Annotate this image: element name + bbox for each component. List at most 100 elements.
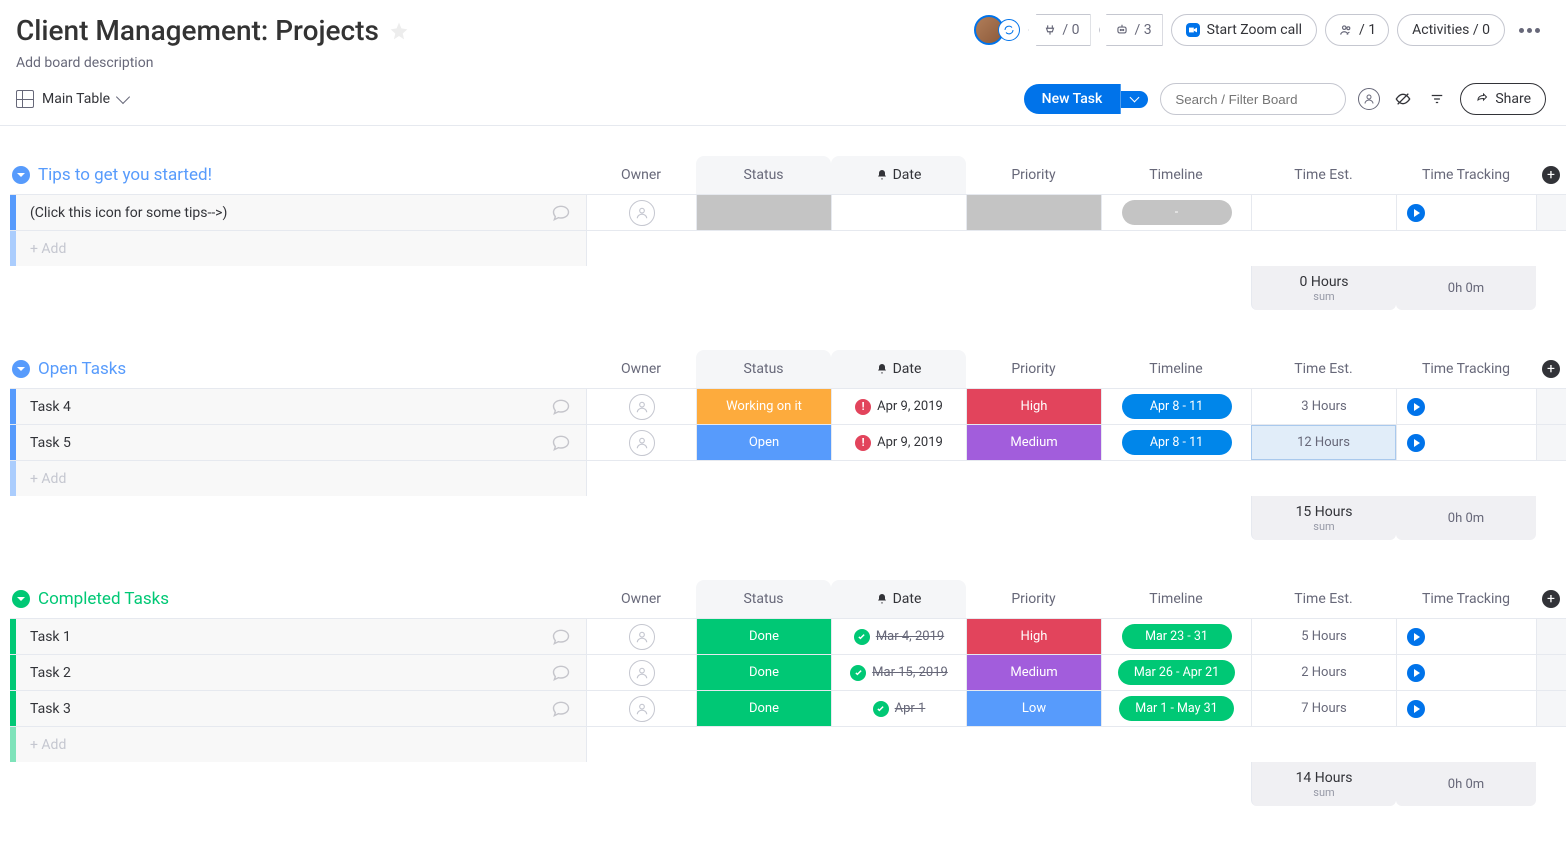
timeest-cell[interactable]: 12 Hours <box>1251 425 1396 460</box>
chat-icon[interactable] <box>550 699 572 719</box>
track-cell[interactable] <box>1396 389 1536 424</box>
date-cell[interactable]: !Apr 9, 2019 <box>831 389 966 424</box>
timeline-cell[interactable]: Mar 1 - May 31 <box>1101 691 1251 726</box>
play-icon[interactable] <box>1407 434 1425 452</box>
new-task-label[interactable]: New Task <box>1024 84 1122 114</box>
status-cell[interactable] <box>696 195 831 230</box>
col-header-date[interactable]: Date <box>831 156 966 194</box>
play-icon[interactable] <box>1407 628 1425 646</box>
track-cell[interactable] <box>1396 195 1536 230</box>
new-task-button[interactable]: New Task <box>1024 84 1149 114</box>
collapse-toggle[interactable] <box>12 166 30 184</box>
col-header-priority[interactable]: Priority <box>966 350 1101 388</box>
timeest-cell[interactable]: 3 Hours <box>1251 389 1396 424</box>
group-title[interactable]: Open Tasks <box>38 359 126 379</box>
add-column-button[interactable]: + <box>1536 156 1566 194</box>
track-cell[interactable] <box>1396 425 1536 460</box>
chat-icon[interactable] <box>550 397 572 417</box>
activities-button[interactable]: Activities / 0 <box>1397 14 1505 46</box>
status-cell[interactable]: Done <box>696 691 831 726</box>
date-cell[interactable]: !Apr 9, 2019 <box>831 425 966 460</box>
col-header-timeline[interactable]: Timeline <box>1101 580 1251 618</box>
task-name-cell[interactable]: (Click this icon for some tips-->) <box>16 195 586 230</box>
group-title[interactable]: Completed Tasks <box>38 589 169 609</box>
search-input[interactable] <box>1160 83 1346 115</box>
date-cell[interactable]: Mar 4, 2019 <box>831 619 966 654</box>
share-button[interactable]: Share <box>1460 83 1546 115</box>
automations-counter[interactable]: / 3 <box>1099 14 1163 46</box>
add-column-button[interactable]: + <box>1536 580 1566 618</box>
page-title[interactable]: Client Management: Projects <box>16 14 379 47</box>
priority-cell[interactable]: High <box>966 389 1101 424</box>
zoom-button[interactable]: Start Zoom call <box>1171 14 1317 46</box>
add-row[interactable]: + Add <box>10 460 1566 496</box>
owner-cell[interactable] <box>586 655 696 690</box>
members-button[interactable]: / 1 <box>1325 14 1389 46</box>
timeline-cell[interactable]: Mar 26 - Apr 21 <box>1101 655 1251 690</box>
board-description[interactable]: Add board description <box>16 55 409 71</box>
track-cell[interactable] <box>1396 691 1536 726</box>
timeline-cell[interactable]: Apr 8 - 11 <box>1101 389 1251 424</box>
priority-cell[interactable]: Medium <box>966 655 1101 690</box>
col-header-date[interactable]: Date <box>831 350 966 388</box>
more-menu[interactable] <box>1513 28 1546 33</box>
col-header-priority[interactable]: Priority <box>966 156 1101 194</box>
group-title[interactable]: Tips to get you started! <box>38 165 212 185</box>
play-icon[interactable] <box>1407 664 1425 682</box>
col-header-timeest[interactable]: Time Est. <box>1251 350 1396 388</box>
timeline-cell[interactable]: - <box>1101 195 1251 230</box>
task-name-cell[interactable]: Task 5 <box>16 425 586 460</box>
date-cell[interactable] <box>831 195 966 230</box>
col-header-timeline[interactable]: Timeline <box>1101 156 1251 194</box>
priority-cell[interactable]: High <box>966 619 1101 654</box>
collapse-toggle[interactable] <box>12 590 30 608</box>
task-name-cell[interactable]: Task 2 <box>16 655 586 690</box>
col-header-track[interactable]: Time Tracking <box>1396 156 1536 194</box>
owner-cell[interactable] <box>586 691 696 726</box>
task-name-cell[interactable]: Task 3 <box>16 691 586 726</box>
timeest-cell[interactable]: 2 Hours <box>1251 655 1396 690</box>
status-cell[interactable]: Done <box>696 655 831 690</box>
task-name-cell[interactable]: Task 4 <box>16 389 586 424</box>
new-task-dropdown[interactable] <box>1121 91 1148 108</box>
chat-icon[interactable] <box>550 663 572 683</box>
play-icon[interactable] <box>1407 204 1425 222</box>
col-header-owner[interactable]: Owner <box>586 350 696 388</box>
status-cell[interactable]: Open <box>696 425 831 460</box>
timeest-cell[interactable]: 5 Hours <box>1251 619 1396 654</box>
col-header-track[interactable]: Time Tracking <box>1396 580 1536 618</box>
col-header-date[interactable]: Date <box>831 580 966 618</box>
col-header-status[interactable]: Status <box>743 167 783 183</box>
timeline-cell[interactable]: Mar 23 - 31 <box>1101 619 1251 654</box>
view-switcher[interactable]: Main Table <box>16 90 128 108</box>
track-cell[interactable] <box>1396 619 1536 654</box>
col-header-timeest[interactable]: Time Est. <box>1251 580 1396 618</box>
task-name-cell[interactable]: Task 1 <box>16 619 586 654</box>
date-cell[interactable]: Apr 1 <box>831 691 966 726</box>
timeline-cell[interactable]: Apr 8 - 11 <box>1101 425 1251 460</box>
integrations-counter[interactable]: / 0 <box>1028 14 1090 46</box>
chat-icon[interactable] <box>550 433 572 453</box>
col-header-status[interactable]: Status <box>743 591 783 607</box>
play-icon[interactable] <box>1407 700 1425 718</box>
timeest-cell[interactable] <box>1251 195 1396 230</box>
col-header-track[interactable]: Time Tracking <box>1396 350 1536 388</box>
hide-columns-button[interactable] <box>1392 88 1414 110</box>
play-icon[interactable] <box>1407 398 1425 416</box>
col-header-status[interactable]: Status <box>743 361 783 377</box>
owner-cell[interactable] <box>586 389 696 424</box>
add-row[interactable]: + Add <box>10 726 1566 762</box>
date-cell[interactable]: Mar 15, 2019 <box>831 655 966 690</box>
board-owner-avatar[interactable] <box>974 15 1020 45</box>
owner-cell[interactable] <box>586 195 696 230</box>
priority-cell[interactable]: Medium <box>966 425 1101 460</box>
col-header-timeest[interactable]: Time Est. <box>1251 156 1396 194</box>
col-header-timeline[interactable]: Timeline <box>1101 350 1251 388</box>
priority-cell[interactable]: Low <box>966 691 1101 726</box>
sort-button[interactable] <box>1426 88 1448 110</box>
timeest-cell[interactable]: 7 Hours <box>1251 691 1396 726</box>
owner-cell[interactable] <box>586 619 696 654</box>
person-filter-button[interactable] <box>1358 88 1380 110</box>
star-icon[interactable] <box>389 21 409 41</box>
collapse-toggle[interactable] <box>12 360 30 378</box>
